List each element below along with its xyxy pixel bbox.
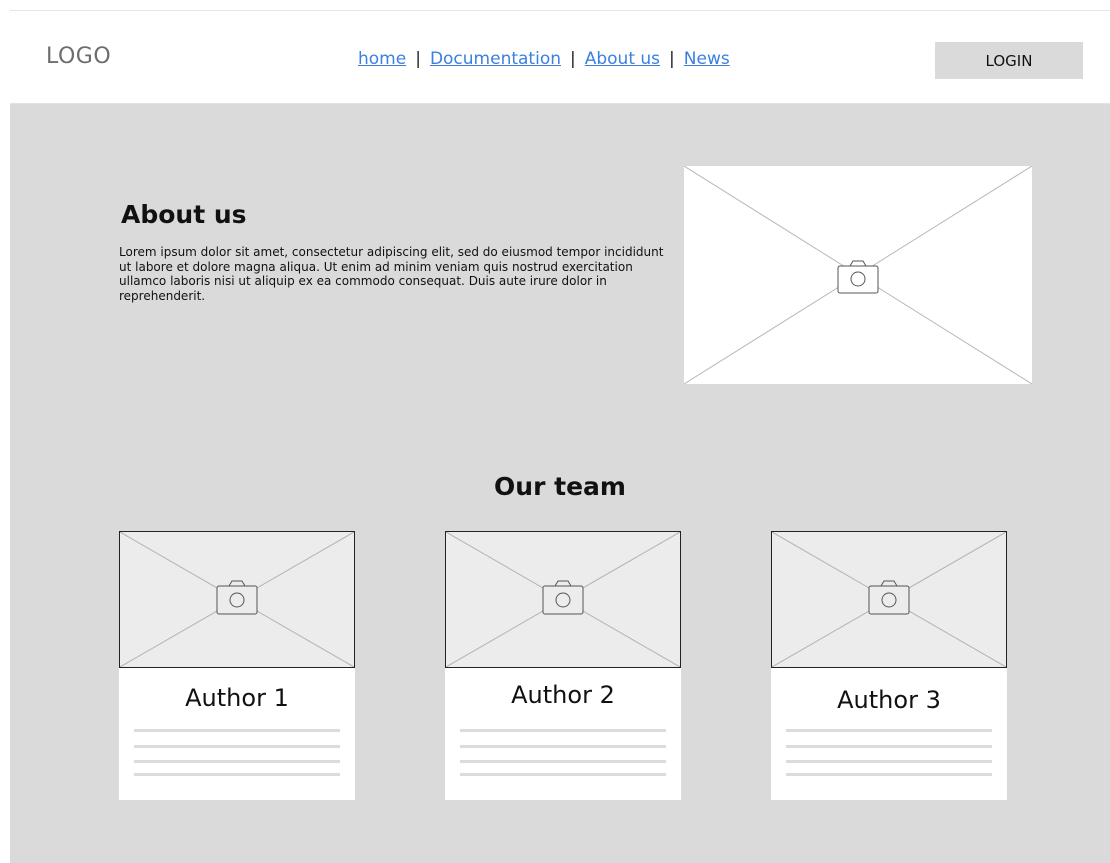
text-placeholder-line [786,773,992,776]
login-button[interactable]: LOGIN [935,42,1083,79]
nav-link-about-us[interactable]: About us [585,49,660,69]
text-placeholder-line [134,760,340,763]
camera-icon [542,580,584,615]
text-placeholder-line [460,760,666,763]
author-name: Author 1 [185,684,289,712]
camera-icon [216,580,258,615]
author-image-placeholder [445,531,681,668]
text-placeholder-line [134,729,340,732]
team-card: Author 3 [771,531,1007,800]
nav-link-documentation[interactable]: Documentation [430,49,561,69]
nav-separator: | [669,49,675,69]
team-title: Our team [494,472,626,501]
text-placeholder-line [460,745,666,748]
author-image-placeholder [119,531,355,668]
author-image-placeholder [771,531,1007,668]
text-placeholder-line [134,773,340,776]
text-placeholder-line [786,729,992,732]
text-placeholder-line [786,760,992,763]
team-card: Author 1 [119,531,355,800]
logo[interactable]: LOGO [46,44,111,69]
text-placeholder-line [134,745,340,748]
about-image-placeholder [684,166,1032,384]
text-placeholder-line [786,745,992,748]
nav-link-news[interactable]: News [684,49,730,69]
image-placeholder-graphic [772,532,1006,667]
author-name: Author 2 [511,681,615,709]
main-content: About us Lorem ipsum dolor sit amet, con… [10,104,1110,863]
nav-link-home[interactable]: home [358,49,406,69]
nav-separator: | [415,49,421,69]
team-card: Author 2 [445,531,681,800]
nav-separator: | [570,49,576,69]
image-placeholder-graphic [684,166,1032,384]
camera-icon [837,260,879,294]
camera-icon [868,580,910,615]
about-text: Lorem ipsum dolor sit amet, consectetur … [119,245,664,303]
about-title: About us [121,200,247,229]
text-placeholder-line [460,773,666,776]
image-placeholder-graphic [446,532,680,667]
main-nav: home | Documentation | About us | News [358,49,730,69]
author-name: Author 3 [837,686,941,714]
text-placeholder-line [460,729,666,732]
top-header: LOGO home | Documentation | About us | N… [10,11,1110,104]
image-placeholder-graphic [120,532,354,667]
